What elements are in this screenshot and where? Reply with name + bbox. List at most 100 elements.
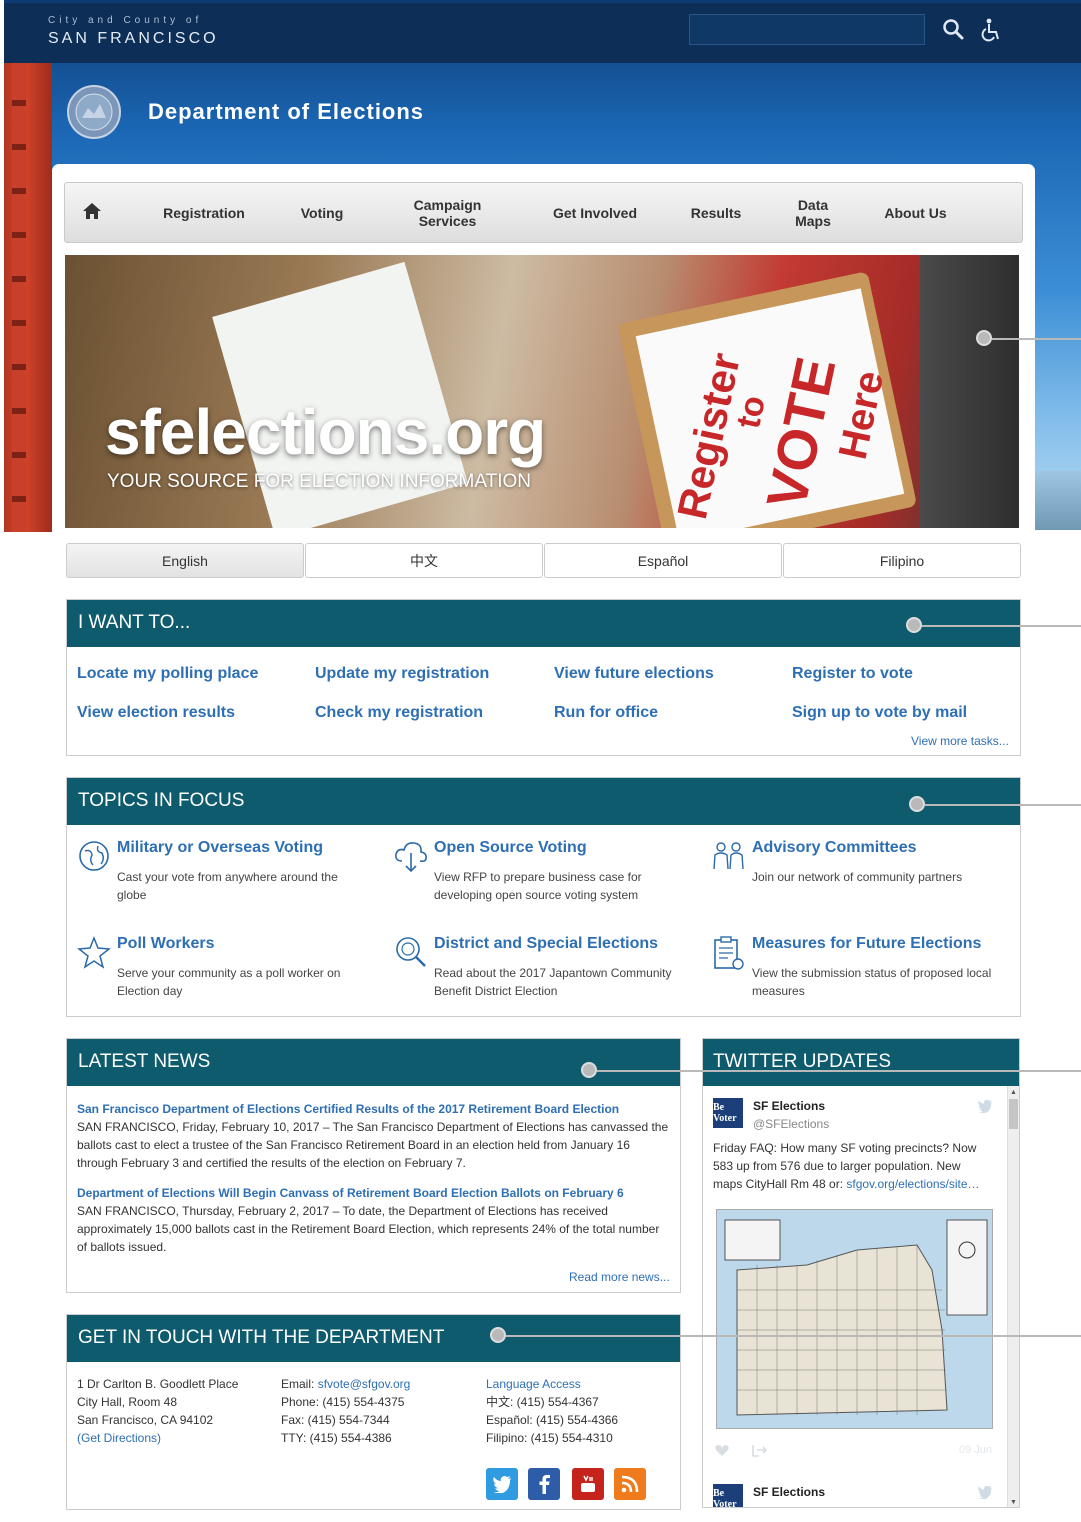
tweet-author[interactable]: SF Elections [753,1099,825,1113]
phone: Phone: (415) 554-4375 [281,1395,405,1409]
globe-icon [79,841,109,871]
twitter-bird-icon[interactable] [977,1485,993,1499]
hero-brand: sfelections.org [105,396,546,468]
nav-voting[interactable]: Voting [287,183,357,242]
lang-english[interactable]: English [66,543,304,578]
task-register-to-vote[interactable]: Register to vote [792,665,913,683]
callout-dot [976,330,992,346]
golden-gate-bridge-image [4,62,52,532]
department-title[interactable]: Department of Elections [148,99,424,125]
search-input[interactable] [689,14,925,45]
scroll-down-icon[interactable]: ▼ [1010,1499,1017,1506]
chinese-line: 中文: (415) 554-4367 [486,1395,599,1409]
like-heart-icon[interactable] [715,1444,729,1457]
nav-get-involved[interactable]: Get Involved [540,183,650,242]
contact-phones: Email: sfvote@sfgov.org Phone: (415) 554… [281,1375,410,1447]
precinct-map-image[interactable] [716,1209,993,1429]
youtube-icon[interactable] [572,1468,604,1500]
arm-image [920,255,1019,528]
view-more-tasks-link[interactable]: View more tasks... [911,734,1009,748]
avatar[interactable]: Be Voter [713,1484,743,1507]
fax: Fax: (415) 554-7344 [281,1413,390,1427]
address-line: San Francisco, CA 94102 [77,1413,214,1427]
topic-desc: Serve your community as a poll worker on… [117,966,341,998]
callout-line [922,625,1081,627]
address-line: 1 Dr Carlton B. Goodlett Place [77,1377,239,1391]
rss-icon[interactable] [614,1468,646,1500]
contact-language: Language Access 中文: (415) 554-4367 Españ… [486,1375,618,1447]
tty: TTY: (415) 554-4386 [281,1431,392,1445]
address-line: City Hall, Room 48 [77,1395,178,1409]
task-view-future-elections[interactable]: View future elections [554,665,714,683]
accessibility-icon[interactable] [980,18,1002,42]
hero-banner: Register to VOTE Here sfelections.org YO… [65,255,1019,528]
clipboard-icon [714,936,744,970]
tweet-link[interactable]: sfgov.org/elections/site… [846,1177,979,1191]
topic-title[interactable]: District and Special Elections [434,935,658,953]
brand-san-francisco[interactable]: SAN FRANCISCO [48,30,219,48]
spanish-line: Español: (415) 554-4366 [486,1413,619,1427]
callout-line [597,1070,1081,1072]
topics-title: TOPICS IN FOCUS [67,778,1020,825]
topic-title[interactable]: Advisory Committees [752,839,917,857]
tweet-handle[interactable]: @SFElections [753,1117,829,1131]
i-want-to-title: I WANT TO... [67,600,1020,647]
topic-desc: Join our network of community partners [752,870,963,884]
news-body: SAN FRANCISCO, Thursday, February 2, 201… [77,1204,660,1254]
tweet-author[interactable]: SF Elections [753,1485,825,1499]
scrollbar-thumb[interactable] [1009,1099,1018,1129]
nav-about-us[interactable]: About Us [873,183,958,242]
brand-city-county: City and County of [48,15,203,26]
task-locate-polling-place[interactable]: Locate my polling place [77,665,258,683]
nav-results[interactable]: Results [680,183,752,242]
callout-dot [581,1062,597,1078]
lang-chinese[interactable]: 中文 [305,543,543,578]
nav-campaign-services[interactable]: Campaign Services [400,183,495,242]
task-run-for-office[interactable]: Run for office [554,704,658,722]
topic-title[interactable]: Military or Overseas Voting [117,839,323,857]
get-directions-link[interactable]: (Get Directions) [77,1429,238,1447]
callout-line [506,1335,1081,1337]
task-check-registration[interactable]: Check my registration [315,704,483,722]
twitter-bird-icon[interactable] [977,1099,993,1113]
lang-spanish[interactable]: Español [544,543,782,578]
cloud-download-icon [395,842,427,873]
filipino-line: Filipino: (415) 554-4310 [486,1431,613,1445]
share-icon[interactable] [751,1444,767,1457]
contact-address: 1 Dr Carlton B. Goodlett Place City Hall… [77,1375,238,1447]
scroll-up-icon[interactable]: ▲ [1010,1089,1017,1096]
news-body: SAN FRANCISCO, Friday, February 10, 2017… [77,1120,669,1170]
hero-tagline: YOUR SOURCE FOR ELECTION INFORMATION [107,471,532,492]
read-more-news-link[interactable]: Read more news... [569,1270,670,1284]
email-link[interactable]: sfvote@sfgov.org [318,1377,411,1391]
city-seal-logo[interactable] [66,84,122,140]
star-person-icon [77,935,111,969]
home-icon[interactable] [81,200,103,222]
search-icon[interactable] [942,18,964,40]
callout-line [992,338,1081,340]
task-update-registration[interactable]: Update my registration [315,665,489,683]
callout-dot [490,1327,506,1343]
facebook-icon[interactable] [528,1468,560,1500]
twitter-icon[interactable] [486,1468,518,1500]
language-access-link[interactable]: Language Access [486,1375,618,1393]
news-headline[interactable]: San Francisco Department of Elections Ce… [77,1100,669,1118]
topic-title[interactable]: Measures for Future Elections [752,935,981,953]
callout-line [925,804,1081,806]
callout-dot [906,617,922,633]
news-headline[interactable]: Department of Elections Will Begin Canva… [77,1184,669,1202]
tweet-date[interactable]: 09 Jun [959,1444,992,1456]
tweet-text: Friday FAQ: How many SF voting precincts… [713,1139,993,1193]
nav-data-maps[interactable]: Data Maps [785,183,841,242]
city-skyline-image [1035,470,1081,530]
task-vote-by-mail[interactable]: Sign up to vote by mail [792,704,967,722]
topic-title[interactable]: Poll Workers [117,935,215,953]
main-nav: Registration Voting Campaign Services Ge… [64,182,1023,243]
lang-filipino[interactable]: Filipino [783,543,1021,578]
twitter-scrollbar[interactable]: ▲ ▼ [1007,1086,1019,1507]
topic-desc: Cast your vote from anywhere around the … [117,870,338,902]
avatar[interactable]: Be Voter [713,1098,743,1128]
topic-title[interactable]: Open Source Voting [434,839,587,857]
task-view-election-results[interactable]: View election results [77,704,235,722]
nav-registration[interactable]: Registration [149,183,259,242]
